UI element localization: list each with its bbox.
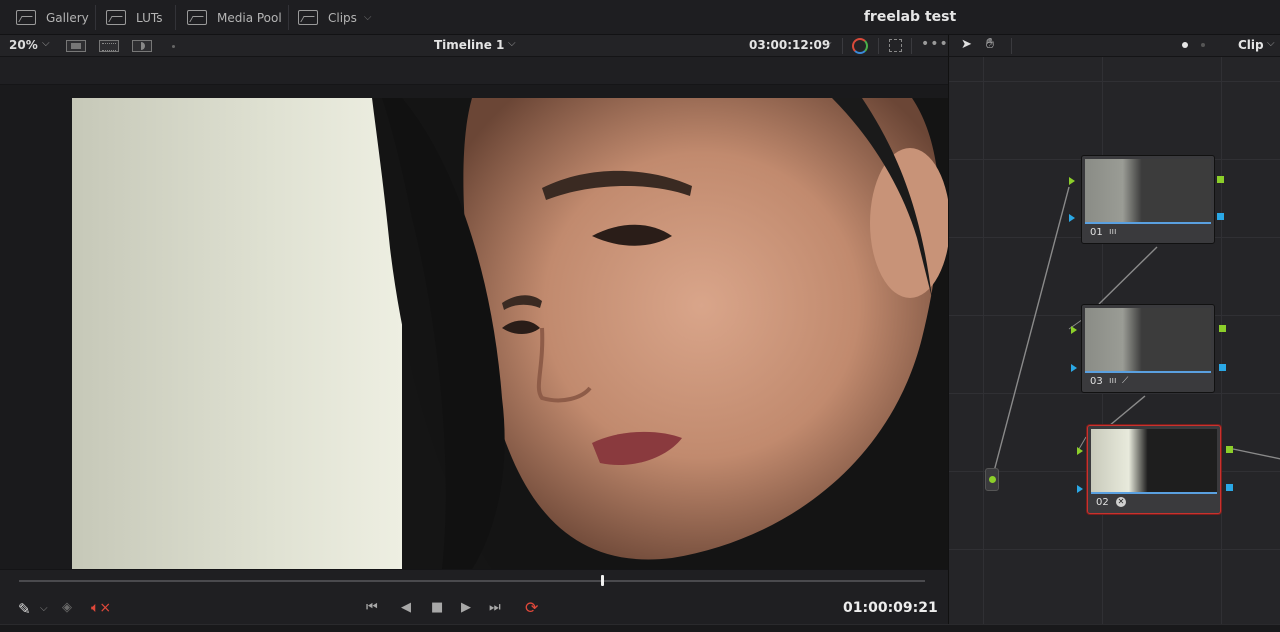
node-rgb-output-icon[interactable]: [1219, 325, 1226, 332]
source-input-node[interactable]: [985, 468, 999, 491]
divider: [95, 5, 96, 30]
node-key-input-icon[interactable]: [1071, 364, 1077, 372]
dot-inactive-icon[interactable]: [1201, 43, 1205, 47]
chevron-down-icon: ⌵: [363, 12, 372, 23]
dot-active-icon[interactable]: [1182, 42, 1188, 48]
node-thumbnail: [1091, 429, 1217, 492]
node-rgb-input-icon[interactable]: [1077, 447, 1083, 455]
color-wheels-icon: ııı: [1109, 376, 1117, 386]
node-01[interactable]: 01 ııı: [1081, 155, 1215, 244]
luts-icon: [106, 10, 126, 25]
node-key-input-icon[interactable]: [1069, 214, 1075, 222]
viewer-toolbar: 20% ⌵ Timeline 1 ⌵ 03:00:12:09 ⌵ •••: [0, 35, 948, 57]
layers-icon[interactable]: ◈: [62, 600, 72, 615]
curves-icon: ⟋: [1122, 376, 1129, 386]
chevron-down-icon[interactable]: ⌵: [824, 38, 832, 49]
expand-icon[interactable]: [889, 39, 902, 52]
top-bar: Gallery LUTs Media Pool Clips ⌵ freelab …: [0, 0, 1280, 35]
media-pool-button[interactable]: Media Pool: [187, 0, 282, 35]
effect-icon: ✕: [1116, 497, 1126, 507]
go-to-end-icon[interactable]: ⏭︎: [489, 600, 501, 615]
luts-button[interactable]: LUTs: [106, 0, 162, 35]
node-key-input-icon[interactable]: [1077, 485, 1083, 493]
chevron-down-icon[interactable]: ⌵: [508, 38, 516, 49]
go-to-start-icon[interactable]: ⏮︎: [366, 600, 378, 615]
reverse-play-icon[interactable]: ◀: [401, 600, 411, 615]
node-03[interactable]: 03 ııı ⟋: [1081, 304, 1215, 393]
node-rgb-output-icon[interactable]: [1217, 176, 1224, 183]
split-wipe-icon[interactable]: [132, 40, 152, 52]
status-dot-icon: [172, 45, 175, 48]
divider: [1011, 38, 1012, 54]
gallery-label: Gallery: [46, 10, 89, 25]
clips-label: Clips: [328, 10, 357, 25]
viewer-subbar: [0, 57, 948, 85]
play-icon[interactable]: ▶: [461, 600, 471, 615]
highlight-icon[interactable]: [852, 38, 868, 54]
clips-icon: [298, 10, 318, 25]
divider: [288, 5, 289, 30]
video-frame: [72, 98, 948, 569]
single-viewer-icon[interactable]: [66, 40, 86, 52]
stop-icon[interactable]: ■: [431, 600, 443, 615]
node-rgb-input-icon[interactable]: [1069, 177, 1075, 185]
node-mode[interactable]: Clip: [1238, 38, 1264, 52]
timeline-name[interactable]: Timeline 1: [434, 38, 504, 52]
media-pool-icon: [187, 10, 207, 25]
more-options-icon[interactable]: •••: [921, 36, 949, 52]
chevron-down-icon[interactable]: ⌵: [42, 38, 50, 49]
video-frame-image: [72, 98, 948, 569]
divider: [175, 5, 176, 30]
playhead[interactable]: [600, 575, 604, 586]
color-picker-icon[interactable]: ✎: [18, 600, 31, 618]
node-thumbnail: [1085, 159, 1211, 222]
node-label: 02: [1096, 497, 1109, 508]
divider: [911, 38, 912, 54]
node-label: 03: [1090, 376, 1103, 387]
node-02[interactable]: 02 ✕: [1087, 425, 1221, 514]
color-wheels-icon: ııı: [1109, 227, 1117, 237]
node-key-output-icon[interactable]: [1217, 213, 1224, 220]
gallery-icon: [16, 10, 36, 25]
node-rgb-input-icon[interactable]: [1071, 326, 1077, 334]
record-timecode[interactable]: 01:00:09:21: [843, 600, 938, 616]
node-status-bar: [1091, 492, 1217, 494]
scrub-bar[interactable]: [19, 580, 925, 582]
node-key-output-icon[interactable]: [1219, 364, 1226, 371]
viewer[interactable]: [0, 85, 948, 569]
node-rgb-output-icon[interactable]: [1226, 446, 1233, 453]
transport-bar: ✎ ⌵ ◈ 🔈︎× ⏮︎ ◀ ■ ▶ ⏭︎ ⟳ 01:00:09:21: [0, 569, 948, 632]
hand-icon[interactable]: ✋︎: [986, 36, 994, 52]
clips-button[interactable]: Clips ⌵: [298, 0, 372, 35]
node-toolbar: ➤ ✋︎ Clip ⌵: [948, 35, 1280, 57]
node-key-output-icon[interactable]: [1226, 484, 1233, 491]
luts-label: LUTs: [136, 10, 163, 25]
loop-icon[interactable]: ⟳: [525, 598, 538, 617]
media-pool-label: Media Pool: [217, 10, 282, 25]
zoom-level[interactable]: 20%: [9, 38, 38, 52]
divider: [842, 38, 843, 54]
node-label: 01: [1090, 227, 1103, 238]
gallery-view-icon[interactable]: [99, 40, 119, 52]
project-title: freelab test: [863, 9, 957, 25]
node-graph[interactable]: 01 ııı 03 ııı ⟋ 02 ✕: [948, 57, 1280, 624]
gallery-button[interactable]: Gallery: [16, 0, 89, 35]
node-status-bar: [1085, 222, 1211, 224]
node-status-bar: [1085, 371, 1211, 373]
mute-icon[interactable]: 🔈︎×: [91, 600, 111, 616]
node-thumbnail: [1085, 308, 1211, 371]
chevron-down-icon[interactable]: ⌵: [40, 603, 48, 614]
divider: [878, 38, 879, 54]
pointer-icon[interactable]: ➤: [961, 37, 972, 52]
chevron-down-icon[interactable]: ⌵: [1267, 38, 1275, 49]
source-timecode[interactable]: 03:00:12:09: [749, 38, 830, 52]
bottom-strip: [0, 624, 1280, 632]
